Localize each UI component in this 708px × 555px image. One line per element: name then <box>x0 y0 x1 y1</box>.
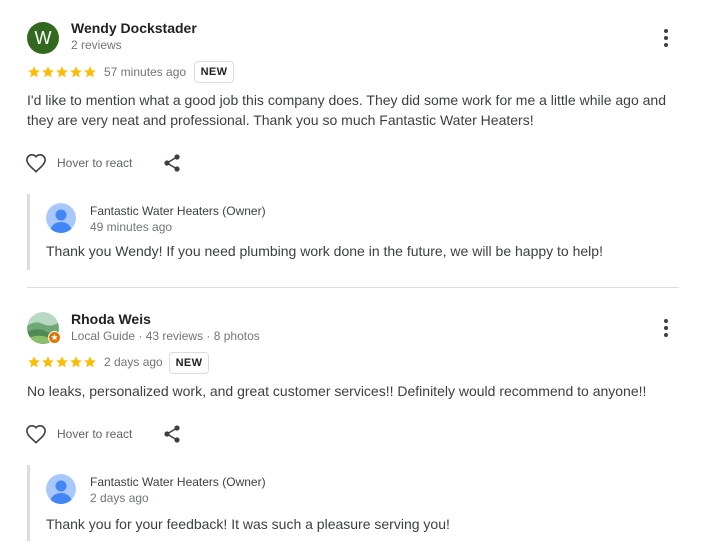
hover-to-react-label[interactable]: Hover to react <box>57 427 132 441</box>
owner-avatar[interactable] <box>46 474 76 504</box>
owner-reply-time: 2 days ago <box>90 491 149 505</box>
star-icon <box>42 356 54 368</box>
react-row: Hover to react <box>25 422 132 446</box>
star-icon <box>70 66 82 78</box>
star-icon <box>84 66 96 78</box>
review-divider <box>27 287 679 288</box>
review-text: I'd like to mention what a good job this… <box>27 92 666 128</box>
star-icon <box>42 66 54 78</box>
reviewer-subtitle: Local Guide · 43 reviews · 8 photos <box>71 329 260 343</box>
new-badge: NEW <box>194 61 234 83</box>
owner-reply: Fantastic Water Heaters (Owner) 49 minut… <box>27 194 685 270</box>
share-icon[interactable] <box>162 153 182 173</box>
local-guide-badge-icon <box>48 331 61 344</box>
star-icon <box>56 356 68 368</box>
review-time: 57 minutes ago <box>104 65 187 79</box>
review-time: 2 days ago <box>104 355 163 369</box>
owner-avatar[interactable] <box>46 203 76 233</box>
star-icon <box>28 356 40 368</box>
owner-reply: Fantastic Water Heaters (Owner) 2 days a… <box>27 465 685 541</box>
react-row: Hover to react <box>25 151 132 175</box>
heart-icon[interactable] <box>25 153 47 173</box>
owner-name: Fantastic Water Heaters (Owner) <box>90 475 266 489</box>
reviewer-subtitle: 2 reviews <box>71 38 122 52</box>
star-icon <box>70 356 82 368</box>
owner-name: Fantastic Water Heaters (Owner) <box>90 204 266 218</box>
star-rating <box>27 65 97 79</box>
reviewer-name[interactable]: Wendy Dockstader <box>71 20 197 36</box>
star-icon <box>84 356 96 368</box>
heart-icon[interactable] <box>25 424 47 444</box>
owner-reply-time: 49 minutes ago <box>90 220 173 234</box>
owner-reply-text: Thank you for your feedback! It was such… <box>46 516 450 532</box>
new-badge: NEW <box>169 352 209 374</box>
reviewer-name[interactable]: Rhoda Weis <box>71 311 151 327</box>
more-options-icon[interactable] <box>656 26 676 50</box>
review-text: No leaks, personalized work, and great c… <box>27 383 647 399</box>
hover-to-react-label[interactable]: Hover to react <box>57 156 132 170</box>
star-rating <box>27 355 97 369</box>
more-options-icon[interactable] <box>656 316 676 340</box>
owner-reply-text: Thank you Wendy! If you need plumbing wo… <box>46 243 603 259</box>
star-icon <box>56 66 68 78</box>
reviewer-avatar[interactable]: W <box>27 22 59 54</box>
star-icon <box>28 66 40 78</box>
share-icon[interactable] <box>162 424 182 444</box>
